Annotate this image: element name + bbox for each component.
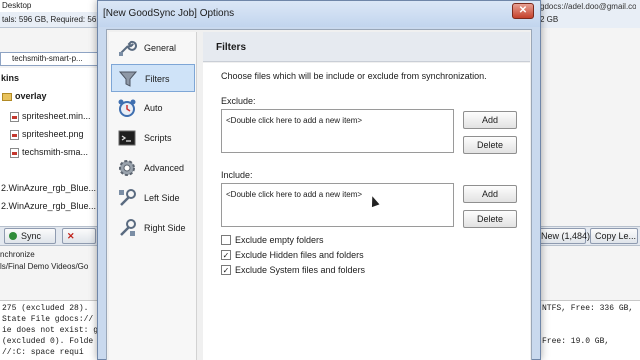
alarm-clock-icon (118, 99, 136, 117)
nav-label: Scripts (144, 133, 172, 143)
nav-item-general[interactable]: General (111, 34, 195, 62)
gear-icon (119, 160, 135, 176)
stop-button[interactable]: ✕ (62, 228, 96, 244)
tree-item[interactable]: spritesheet.png (0, 126, 100, 142)
check-label: Exclude empty folders (235, 235, 324, 245)
terminal-icon (118, 130, 136, 146)
copy-left-button[interactable]: Copy Le... (590, 228, 638, 244)
tree-item-label: 2.WinAzure_rgb_Blue... (1, 183, 97, 193)
dialog-title: [New GoodSync Job] Options (103, 8, 235, 19)
log-line: ie does not exist: g (2, 326, 98, 335)
tree-item[interactable]: 2.WinAzure_rgb_Blue... (0, 180, 100, 196)
wrench-right-icon (120, 219, 136, 236)
panel-title: Filters (216, 42, 247, 53)
include-list[interactable]: <Double click here to add a new item> (221, 183, 454, 227)
right-folder-link[interactable]: gdocs://adel.doo@gmail.com/Tanidg Demo's (540, 2, 636, 11)
exclude-label: Exclude: (221, 96, 256, 106)
funnel-icon (118, 71, 138, 87)
filters-description: Choose files which will be include or ex… (221, 71, 487, 81)
exclude-list-hint: <Double click here to add a new item> (226, 116, 363, 125)
nav-label: General (144, 43, 177, 53)
tree-item[interactable]: overlay (0, 88, 100, 104)
tree-item-label: techsmith-sma... (22, 147, 89, 157)
log-line: (excluded 0). Folde (2, 337, 94, 346)
log-line: //:C: space requi (2, 348, 84, 357)
nav-label: Advanced (144, 163, 185, 173)
log-line: State File gdocs:// (2, 315, 94, 324)
nav-label: Filters (145, 74, 170, 84)
close-icon: ✕ (518, 5, 528, 16)
sync-button-label: Sync (21, 231, 42, 241)
tree-item-label: spritesheet.png (22, 129, 84, 139)
exclude-system-files-checkbox[interactable]: ✓ (221, 265, 231, 275)
include-label: Include: (221, 170, 253, 180)
new-files-button[interactable]: New (1,484) (536, 228, 590, 244)
tree-item[interactable]: techsmith-sma... (0, 144, 100, 160)
exclude-add-button[interactable]: Add (463, 111, 517, 129)
desktop-label: Desktop (0, 0, 100, 12)
panel-header: Filters (203, 32, 530, 62)
dialog-content: General Filters Auto Scripts Advanced Le… (106, 29, 532, 360)
nav-item-left-side[interactable]: Left Side (111, 184, 195, 212)
tree-item-label: overlay (15, 91, 47, 101)
tree-item-label: spritesheet.min... (22, 111, 91, 121)
file-icon (10, 147, 19, 158)
exclude-list[interactable]: <Double click here to add a new item> (221, 109, 454, 153)
nav-item-scripts[interactable]: Scripts (111, 124, 195, 152)
tree-item[interactable]: spritesheet.min... (0, 108, 100, 124)
close-button[interactable]: ✕ (512, 3, 534, 19)
wrench-icon (119, 40, 137, 56)
include-add-button[interactable]: Add (463, 185, 517, 203)
tree-item[interactable]: 2.WinAzure_rgb_Blue... (0, 198, 100, 214)
filters-panel: Choose files which will be include or ex… (203, 63, 530, 360)
nav-item-advanced[interactable]: Advanced (111, 154, 195, 182)
wrench-left-icon (119, 189, 136, 206)
sync-icon (9, 232, 17, 240)
check-label: Exclude System files and folders (235, 265, 366, 275)
nav-item-auto[interactable]: Auto (111, 94, 195, 122)
folder-icon (2, 92, 12, 101)
log-line: 275 (excluded 28). (2, 304, 89, 313)
exclude-empty-folders-checkbox[interactable] (221, 235, 231, 245)
log-line-right: Free: 19.0 GB, (542, 337, 610, 346)
check-label: Exclude Hidden files and folders (235, 250, 364, 260)
nav-label: Right Side (144, 223, 186, 233)
folder-path-field[interactable]: techsmith-smart-p... (0, 52, 100, 66)
sync-button[interactable]: Sync (4, 228, 56, 244)
file-icon (10, 129, 19, 140)
right-size-text: 2 GB (540, 15, 559, 24)
file-icon (10, 111, 19, 122)
nav-item-right-side[interactable]: Right Side (111, 214, 195, 242)
nav-item-filters[interactable]: Filters (111, 64, 195, 92)
options-dialog: [New GoodSync Job] Options ✕ General Fil… (97, 0, 541, 360)
tree-item-label: 2.WinAzure_rgb_Blue... (1, 201, 97, 211)
synchronize-label: nchronize (0, 250, 35, 259)
dialog-titlebar[interactable]: [New GoodSync Job] Options ✕ (98, 1, 540, 27)
nav-label: Left Side (144, 193, 180, 203)
sync-path-text: ls/Final Demo Videos/Go (0, 262, 89, 271)
file-tree: kins overlay spritesheet.min... spritesh… (0, 68, 100, 226)
options-nav: General Filters Auto Scripts Advanced Le… (109, 32, 197, 360)
tree-item[interactable]: kins (0, 70, 100, 86)
log-line-right: NTFS, Free: 336 GB, (542, 304, 634, 313)
totals-text: tals: 596 GB, Required: 56 (2, 15, 97, 24)
exclude-delete-button[interactable]: Delete (463, 136, 517, 154)
include-delete-button[interactable]: Delete (463, 210, 517, 228)
stop-icon: ✕ (67, 231, 75, 241)
nav-label: Auto (144, 103, 163, 113)
include-list-hint: <Double click here to add a new item> (226, 190, 363, 199)
exclude-hidden-files-checkbox[interactable]: ✓ (221, 250, 231, 260)
tree-item-label: kins (1, 73, 20, 83)
